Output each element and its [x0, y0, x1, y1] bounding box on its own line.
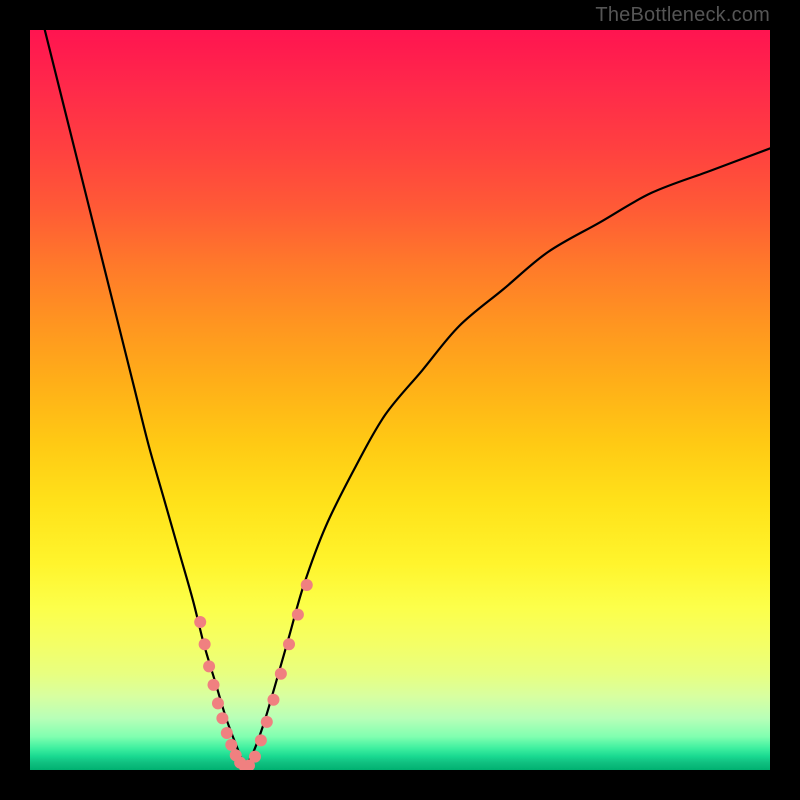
highlight-dot — [249, 751, 261, 763]
highlight-dot — [255, 734, 267, 746]
highlight-dot — [221, 727, 233, 739]
curve-left-branch — [45, 30, 245, 766]
highlight-dot — [212, 697, 224, 709]
highlight-dot — [275, 668, 287, 680]
highlight-dot — [225, 739, 237, 751]
image-frame: TheBottleneck.com — [0, 0, 800, 800]
highlight-dot — [208, 679, 220, 691]
highlight-dot — [283, 638, 295, 650]
highlight-dot — [203, 660, 215, 672]
highlight-dot — [194, 616, 206, 628]
highlight-dot — [261, 716, 273, 728]
highlight-dot — [216, 712, 228, 724]
highlight-dot — [267, 694, 279, 706]
plot-area — [30, 30, 770, 770]
highlight-dot — [301, 579, 313, 591]
highlight-dot — [292, 609, 304, 621]
curve-right-branch — [245, 148, 770, 766]
chart-svg — [30, 30, 770, 770]
highlight-dot — [199, 638, 211, 650]
watermark-text: TheBottleneck.com — [595, 4, 770, 27]
